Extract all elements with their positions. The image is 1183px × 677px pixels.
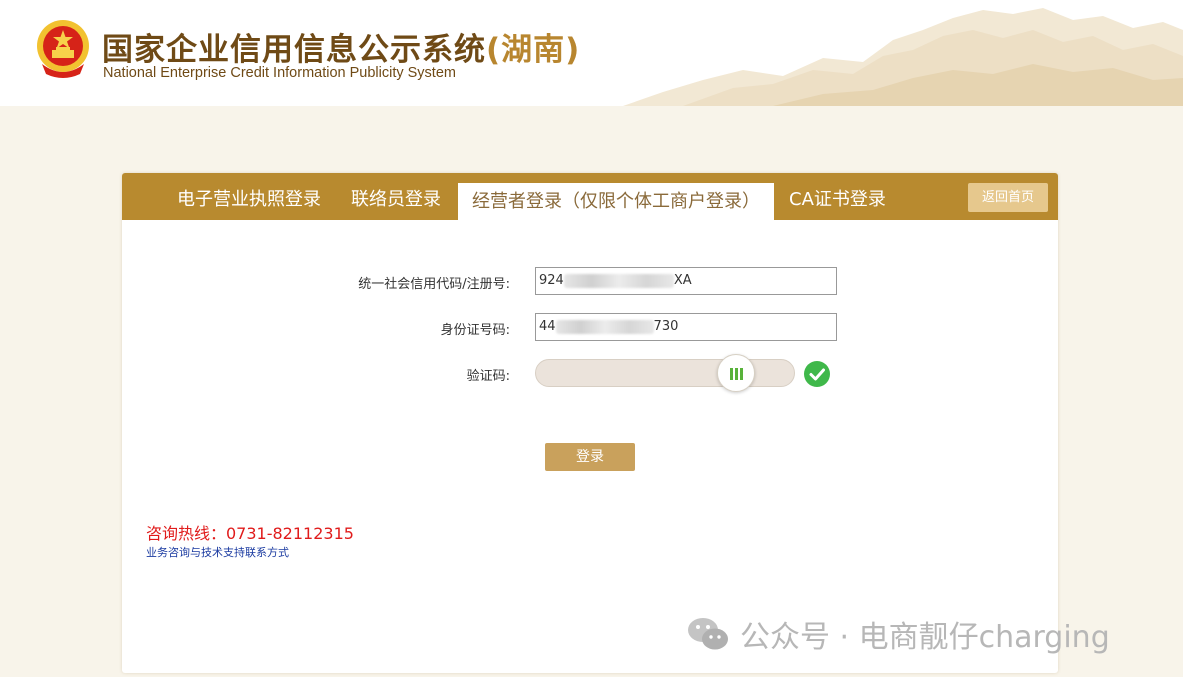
id-number-input[interactable]: 44 730 <box>535 313 837 341</box>
tab-liaison-login[interactable]: 联络员登录 <box>351 185 441 220</box>
site-title-english: National Enterprise Credit Information P… <box>103 65 456 81</box>
site-header: 国家企业信用信息公示系统(湖南) National Enterprise Cre… <box>0 0 1183 106</box>
tab-operator-login[interactable]: 经营者登录（仅限个体工商户登录） <box>458 183 774 220</box>
id-number-suffix: 730 <box>653 319 679 334</box>
grip-icon <box>730 368 733 380</box>
support-contact-link[interactable]: 业务咨询与技术支持联系方式 <box>146 544 289 560</box>
tab-ca-certificate-login[interactable]: CA证书登录 <box>789 185 886 220</box>
wechat-icon <box>688 618 728 650</box>
site-title: 国家企业信用信息公示系统(湖南) <box>102 24 580 69</box>
credit-code-label: 统一社会信用代码/注册号: <box>358 277 510 292</box>
tab-e-license-login[interactable]: 电子营业执照登录 <box>177 185 321 220</box>
grip-icon <box>735 368 738 380</box>
id-number-label: 身份证号码: <box>440 323 510 338</box>
captcha-slider-handle[interactable] <box>717 354 755 392</box>
captcha-slider-track <box>535 359 795 387</box>
credit-code-prefix: 924 <box>539 273 564 288</box>
redacted-blur <box>555 319 654 334</box>
captcha-label: 验证码: <box>466 369 510 384</box>
watermark-text: 公众号 · 电商靓仔charging <box>740 620 1110 655</box>
login-tab-bar: 电子营业执照登录 联络员登录 经营者登录（仅限个体工商户登录） CA证书登录 返… <box>122 173 1058 220</box>
grip-icon <box>740 368 743 380</box>
back-to-home-button[interactable]: 返回首页 <box>968 183 1048 212</box>
hotline-text: 咨询热线：0731-82112315 <box>146 524 354 543</box>
site-title-province: (湖南) <box>486 32 581 68</box>
login-panel: 电子营业执照登录 联络员登录 经营者登录（仅限个体工商户登录） CA证书登录 返… <box>122 173 1058 673</box>
watermark: 公众号 · 电商靓仔charging <box>686 612 1110 656</box>
site-title-main: 国家企业信用信息公示系统 <box>102 32 486 68</box>
check-circle-icon <box>804 361 830 387</box>
id-number-prefix: 44 <box>539 319 556 334</box>
redacted-blur <box>563 273 674 288</box>
mountain-background-image <box>623 8 1183 106</box>
login-button[interactable]: 登录 <box>545 443 635 471</box>
credit-code-input[interactable]: 924 XA <box>535 267 837 295</box>
credit-code-suffix: XA <box>673 273 692 288</box>
national-emblem-icon <box>37 20 89 78</box>
